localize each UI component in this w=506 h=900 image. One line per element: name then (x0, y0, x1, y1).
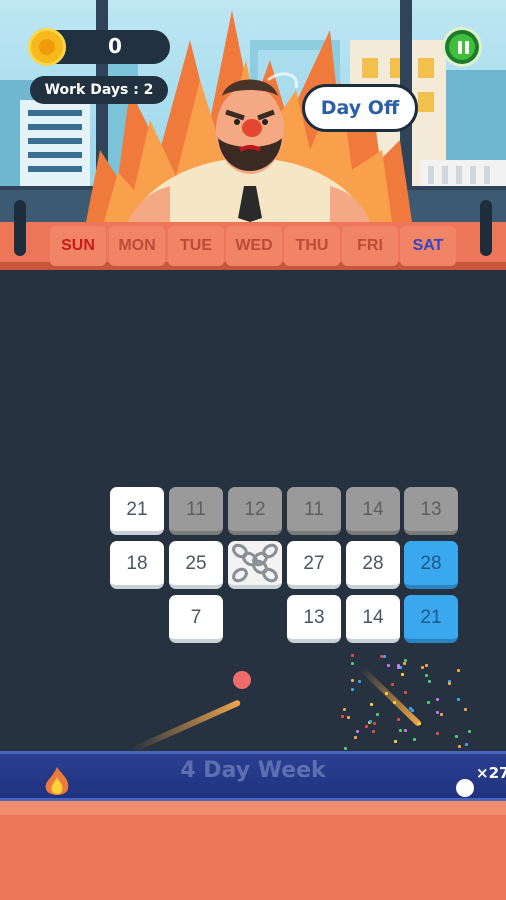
sparkle-particle (412, 737, 416, 741)
sparkle-particle (468, 730, 472, 734)
chain-icon (232, 543, 278, 583)
sparkle-particle (371, 729, 375, 733)
weekday-sat: SAT (400, 226, 456, 266)
sparkle-particle (435, 698, 439, 701)
fire-icon (45, 767, 69, 795)
bar-peg (14, 200, 26, 256)
weekday-tue: TUE (168, 226, 224, 266)
sparkle-particle (436, 710, 440, 714)
sparkle-particle (397, 717, 401, 721)
calendar-tile: 13 (287, 595, 341, 643)
bar-peg (480, 200, 492, 256)
ball-multiplier: ×27 (476, 764, 506, 782)
ball (233, 671, 251, 689)
sparkle-particle (357, 679, 361, 683)
calendar-tile: 11 (287, 487, 341, 535)
sparkle-particle (355, 729, 359, 733)
pause-button[interactable] (442, 27, 482, 67)
sparkle-particle (398, 729, 402, 733)
weekday-mon: MON (109, 226, 165, 266)
calendar-tile: 14 (346, 487, 400, 535)
spark-trail (358, 665, 423, 728)
sparkle-particle (454, 734, 458, 738)
weekday-fri: FRI (342, 226, 398, 266)
sparkle-particle (350, 662, 354, 666)
calendar-tile: 14 (346, 595, 400, 643)
sparkle-particle (404, 728, 408, 732)
weekday-wed: WED (226, 226, 282, 266)
sparkle-particle (386, 663, 390, 667)
calendar-tile: 28 (404, 541, 458, 589)
calendar-tile: 11 (169, 487, 223, 535)
calendar-tile: 21 (110, 487, 164, 535)
floor-highlight (0, 801, 506, 815)
floor (0, 801, 506, 900)
sparkle-particle (424, 674, 428, 678)
sparkle-particle (384, 691, 388, 695)
calendar-tile: 13 (404, 487, 458, 535)
work-days-label: Work Days : 2 (30, 76, 168, 104)
ball-trail (130, 699, 242, 753)
coin-count: 0 (108, 34, 122, 58)
calendar-tile: 18 (110, 541, 164, 589)
sparkle-particle (343, 746, 347, 750)
sparkle-particle (382, 654, 386, 658)
sparkle-particle (369, 720, 373, 724)
sparkle-particle (427, 680, 431, 684)
calendar-tile: 28 (346, 541, 400, 589)
calendar-tile: 7 (169, 595, 223, 643)
boss-speech-bubble: Day Off (302, 84, 418, 132)
calendar-tile: 21 (404, 595, 458, 643)
office-scene: 0 Work Days : 2 Day Off (0, 0, 506, 222)
sparkle-particle (354, 736, 358, 740)
sparkle-particle (425, 663, 429, 667)
sparkle-particle (436, 732, 440, 736)
banner-title: 4 Day Week (180, 758, 326, 783)
sparkle-particle (464, 708, 468, 712)
sparkle-particle (403, 691, 407, 695)
sparkle-particle (364, 725, 368, 729)
sparkle-particle (369, 703, 373, 707)
sparkle-particle (372, 722, 376, 726)
sparkle-particle (440, 713, 444, 717)
sparkle-particle (397, 663, 401, 667)
sparkle-particle (343, 708, 347, 712)
ball-launcher[interactable] (456, 779, 474, 797)
sparkle-particle (408, 706, 412, 710)
sparkle-particle (394, 739, 398, 743)
calendar-tile: 27 (287, 541, 341, 589)
sparkle-particle (427, 700, 431, 704)
chained-tile (228, 541, 282, 589)
weekday-sun: SUN (50, 226, 106, 266)
calendar-tile: 25 (169, 541, 223, 589)
sparkle-particle (346, 716, 350, 720)
sparkle-particle (350, 653, 354, 657)
sparkle-particle (340, 714, 344, 718)
sparkle-particle (457, 668, 461, 672)
sparkle-particle (456, 697, 460, 701)
sparkle-particle (351, 687, 355, 691)
sparkle-particle (457, 745, 461, 749)
coin-icon (28, 28, 66, 66)
calendar-tile: 12 (228, 487, 282, 535)
sparkle-particle (421, 665, 425, 669)
sparkle-particle (400, 672, 404, 676)
sparkle-particle (390, 683, 394, 687)
pause-icon (465, 41, 469, 54)
pause-icon (458, 41, 462, 54)
weekday-thu: THU (284, 226, 340, 266)
sparkle-particle (375, 713, 379, 717)
sparkle-particle (418, 722, 422, 726)
sparkle-particle (351, 679, 355, 683)
sparkle-particle (464, 742, 468, 746)
sparkle-particle (447, 682, 451, 686)
